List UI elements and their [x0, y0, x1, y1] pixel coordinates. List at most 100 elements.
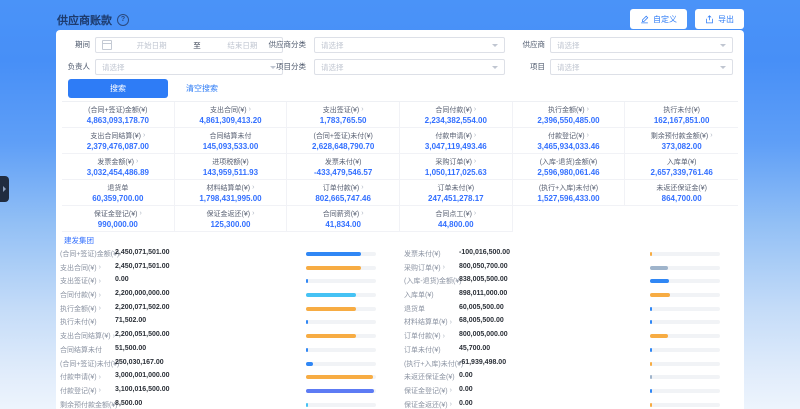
row-label[interactable]: 执行金额(¥) [60, 304, 101, 314]
row-bar [650, 307, 720, 311]
summary-cell[interactable]: 剩余预付款金额(¥) 373,082.00 [625, 128, 738, 154]
summary-value: 44,800.00 [438, 220, 474, 229]
row-label[interactable]: 合同付款(¥) [60, 290, 101, 300]
summary-cell[interactable]: 付款登记(¥) 3,465,934,033.46 [513, 128, 626, 154]
list-item: 合同结算未付 51,500.00 [56, 343, 400, 357]
row-label[interactable]: 保证金返还(¥) [404, 400, 452, 409]
export-button[interactable]: 导出 [695, 9, 744, 29]
summary-cell[interactable]: 保证金登记(¥) 990,000.00 [62, 206, 175, 232]
summary-label: 合同点工(¥) [435, 209, 476, 219]
customize-button[interactable]: 自定义 [630, 9, 687, 29]
summary-value: 1,050,117,025.63 [425, 168, 487, 177]
row-label[interactable]: 采购订单(¥) [404, 263, 445, 273]
row-label[interactable]: 订单付款(¥) [404, 331, 445, 341]
row-label[interactable]: 保证金登记(¥) [404, 386, 452, 396]
row-value: 51,500.00 [115, 345, 146, 352]
list-item: 订单付款(¥) 800,005,000.00 [400, 329, 744, 343]
row-bar [650, 348, 720, 352]
row-value: -61,939,498.00 [459, 359, 506, 366]
row-label[interactable]: 支出合同结算(¥) [60, 331, 115, 341]
row-label[interactable]: 付款申请(¥) [60, 372, 101, 382]
summary-cell[interactable]: 支出签证(¥) 1,783,765.50 [287, 102, 400, 128]
summary-cell: 进项税额(¥) 143,959,511.93 [175, 154, 288, 180]
owner-label: 负责人 [56, 59, 90, 75]
row-value: -100,016,500.00 [459, 249, 510, 256]
summary-label: 合同薪资(¥) [323, 209, 364, 219]
row-bar [650, 389, 720, 393]
row-label[interactable]: 支出签证(¥) [60, 276, 101, 286]
summary-cell[interactable]: 材料结算单(¥) 1,798,431,995.00 [175, 180, 288, 206]
summary-cell[interactable]: 合同付款(¥) 2,234,382,554.00 [400, 102, 513, 128]
row-value: 838,005,500.00 [459, 276, 508, 283]
summary-label: 付款登记(¥) [548, 131, 589, 141]
summary-cell[interactable]: 支出合同(¥) 4,861,309,413.20 [175, 102, 288, 128]
summary-value: 2,657,339,761.46 [651, 168, 713, 177]
chevron-down-icon [492, 44, 498, 50]
chevron-down-icon [720, 66, 726, 72]
row-label: (合同+签证)未付(¥) [60, 359, 119, 369]
summary-label: 订单付款(¥) [323, 183, 364, 193]
summary-cell[interactable]: 发票金额(¥) 3,032,454,486.89 [62, 154, 175, 180]
supplier-category-select[interactable]: 请选择 [314, 37, 505, 53]
period-label: 期间 [56, 37, 90, 53]
supplier-select[interactable]: 请选择 [550, 37, 733, 53]
clear-search-button[interactable]: 清空搜索 [180, 79, 224, 98]
chevron-right-icon [252, 210, 254, 217]
help-icon[interactable]: ? [117, 14, 129, 26]
summary-label: 支出合同(¥) [210, 105, 251, 115]
row-bar-fill [306, 293, 356, 297]
sidebar-handle[interactable] [0, 176, 9, 202]
summary-label: 支出签证(¥) [323, 105, 364, 115]
row-value: 2,200,071,502.00 [115, 304, 170, 311]
row-bar [306, 362, 376, 366]
summary-cell[interactable]: 采购订单(¥) 1,050,117,025.63 [400, 154, 513, 180]
list-item: 材料结算单(¥) 68,005,500.00 [400, 315, 744, 329]
row-bar-fill [650, 389, 652, 393]
summary-cell[interactable]: 保证金返还(¥) 125,300.00 [175, 206, 288, 232]
row-bar [306, 279, 376, 283]
row-label: 订单未付(¥) [404, 345, 441, 355]
summary-value: 990,000.00 [98, 220, 138, 229]
row-label: (入库-退货)金额(¥) [404, 276, 462, 286]
row-label[interactable]: 材料结算单(¥) [404, 317, 452, 327]
summary-value: 4,863,093,178.70 [87, 116, 149, 125]
summary-value: 2,628,648,790.70 [312, 142, 374, 151]
summary-label: 执行未付(¥) [663, 105, 700, 115]
search-button[interactable]: 搜索 [68, 79, 168, 98]
page: 供应商账款 ? 自定义 导出 期间 至 供应商分类 请选择 供应商 请选择 [0, 0, 800, 409]
list-item: (合同+签证)金额(¥) 2,450,071,501.00 [56, 247, 400, 261]
row-label[interactable]: 剩余预付款金额(¥) [60, 400, 122, 409]
summary-label: 发票金额(¥) [97, 157, 138, 167]
group-title[interactable]: 建发集团 [64, 235, 94, 246]
summary-cell: 合同结算未付 145,093,533.00 [175, 128, 288, 154]
row-value: 250,030,167.00 [115, 359, 164, 366]
chevron-right-icon [587, 106, 589, 113]
summary-grid: (合同+签证)金额(¥) 4,863,093,178.70 支出合同(¥) 4,… [62, 101, 738, 232]
project-select[interactable]: 请选择 [550, 59, 733, 75]
summary-cell[interactable]: 执行金额(¥) 2,396,550,485.00 [513, 102, 626, 128]
row-label: (合同+签证)金额(¥) [60, 249, 119, 259]
summary-cell[interactable]: 合同薪资(¥) 41,834.00 [287, 206, 400, 232]
row-bar [650, 266, 720, 270]
summary-value: 125,300.00 [210, 220, 250, 229]
row-bar-fill [306, 320, 308, 324]
list-item: 未返还保证金(¥) 0.00 [400, 370, 744, 384]
project-category-select[interactable]: 请选择 [314, 59, 505, 75]
row-bar [306, 320, 376, 324]
row-label[interactable]: 支出合同(¥) [60, 263, 101, 273]
row-value: 800,050,700.00 [459, 263, 508, 270]
chevron-right-icon [450, 387, 452, 394]
row-bar [650, 334, 720, 338]
summary-cell[interactable]: 支出合同结算(¥) 2,379,476,087.00 [62, 128, 175, 154]
summary-cell[interactable]: 付款申请(¥) 3,047,119,493.46 [400, 128, 513, 154]
row-bar-fill [306, 362, 313, 366]
row-value: 8,500.00 [115, 400, 142, 407]
summary-cell-empty [513, 206, 626, 232]
header-actions: 自定义 导出 [630, 9, 744, 29]
summary-cell[interactable]: 合同点工(¥) 44,800.00 [400, 206, 513, 232]
row-label[interactable]: 付款登记(¥) [60, 386, 101, 396]
list-item: 支出合同结算(¥) 2,200,051,500.00 [56, 329, 400, 343]
summary-label: 合同付款(¥) [435, 105, 476, 115]
period-start-input[interactable] [112, 40, 191, 51]
summary-cell[interactable]: 订单付款(¥) 802,665,747.46 [287, 180, 400, 206]
